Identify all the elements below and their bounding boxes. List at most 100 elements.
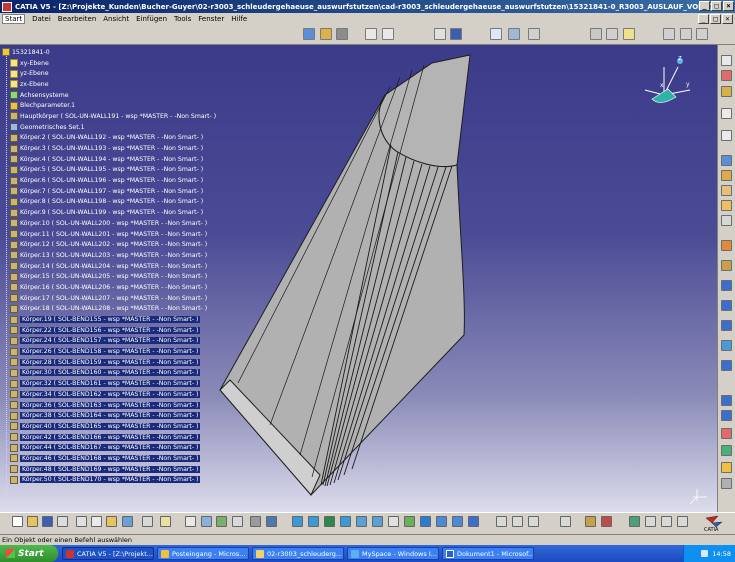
tree-item[interactable]: Körper.4 ( SOL-UN-WALL194 - wsp *MASTER … <box>2 154 232 165</box>
flange-edge-icon[interactable] <box>721 200 732 211</box>
sketcher-icon[interactable] <box>721 108 732 119</box>
sheet-metal-part[interactable] <box>219 54 471 496</box>
tree-item[interactable]: Hauptkörper ( SOL-UN-WALL191 - wsp *MAST… <box>2 111 232 122</box>
open-icon[interactable] <box>27 516 38 527</box>
circle-icon[interactable] <box>696 28 708 40</box>
tree-item[interactable]: Körper.22 ( SOL-BEND156 - wsp *MASTER - … <box>2 325 232 336</box>
new-icon[interactable] <box>12 516 23 527</box>
rotate-icon[interactable] <box>340 516 351 527</box>
tree-item[interactable]: Körper.17 ( SOL-UN-WALL207 - wsp *MASTER… <box>2 293 232 304</box>
tree-item[interactable]: Körper.19 ( SOL-BEND155 - wsp *MASTER - … <box>2 314 232 325</box>
fly-mode-icon[interactable] <box>292 516 303 527</box>
hide-show-icon[interactable] <box>452 516 463 527</box>
tree-item[interactable]: Körper.2 ( SOL-UN-WALL192 - wsp *MASTER … <box>2 133 232 144</box>
zoom-out-icon[interactable] <box>372 516 383 527</box>
menu-ansicht[interactable]: Ansicht <box>103 15 129 23</box>
render-icon[interactable] <box>721 410 732 421</box>
scan-icon[interactable] <box>560 516 571 527</box>
print-icon[interactable] <box>434 28 446 40</box>
cut-icon[interactable] <box>76 516 87 527</box>
tree-item[interactable]: Körper.36 ( SOL-BEND163 - wsp *MASTER - … <box>2 400 232 411</box>
tree-item[interactable]: Körper.38 ( SOL-BEND164 - wsp *MASTER - … <box>2 410 232 421</box>
swap-space-icon[interactable] <box>468 516 479 527</box>
hem-icon[interactable] <box>721 215 732 226</box>
tree-item[interactable]: Körper.12 ( SOL-UN-WALL202 - wsp *MASTER… <box>2 239 232 250</box>
tree-item-plane[interactable]: zx-Ebene <box>2 79 232 90</box>
minimize-button[interactable]: _ <box>699 1 710 11</box>
tree-item-plane[interactable]: xy-Ebene <box>2 58 232 69</box>
redo-icon[interactable] <box>142 516 153 527</box>
start-button[interactable]: Start <box>0 545 58 562</box>
knowledge-icon[interactable] <box>336 28 348 40</box>
3d-viewport[interactable]: z x y 15321841-0 xy-Ebene yz-Ebene zx-Eb… <box>0 45 717 512</box>
pattern-icon[interactable] <box>721 340 732 351</box>
shading-icon[interactable] <box>436 516 447 527</box>
maximize-button[interactable]: □ <box>711 1 722 11</box>
menu-fenster[interactable]: Fenster <box>198 15 224 23</box>
stamp-icon[interactable] <box>721 320 732 331</box>
select-icon[interactable] <box>721 55 732 66</box>
catia-app-icon[interactable] <box>2 1 12 12</box>
tree-item[interactable]: Körper.14 ( SOL-UN-WALL204 - wsp *MASTER… <box>2 261 232 272</box>
iso-view-icon[interactable] <box>420 516 431 527</box>
apply-material-icon[interactable] <box>721 478 732 489</box>
apply-material-tool-icon[interactable] <box>585 516 596 527</box>
tree-item[interactable]: Körper.18 ( SOL-UN-WALL208 - wsp *MASTER… <box>2 304 232 315</box>
measure-item-icon[interactable] <box>512 516 523 527</box>
tree-item[interactable]: Körper.34 ( SOL-BEND162 - wsp *MASTER - … <box>2 389 232 400</box>
save-icon[interactable] <box>450 28 462 40</box>
tree-item[interactable]: Körper.32 ( SOL-BEND161 - wsp *MASTER - … <box>2 378 232 389</box>
taskbar-item-catia[interactable]: CATIA V5 - [Z:\Projekt... <box>62 547 154 560</box>
cutout-icon[interactable] <box>721 240 732 251</box>
plane-icon[interactable] <box>623 28 635 40</box>
line-icon[interactable] <box>528 28 540 40</box>
bend-icon[interactable] <box>721 185 732 196</box>
tree-item[interactable]: Geometrisches Set.1 <box>2 122 232 133</box>
save-icon[interactable] <box>42 516 53 527</box>
comment-icon[interactable] <box>201 516 212 527</box>
swap-icon[interactable] <box>721 70 732 81</box>
close-button[interactable]: × <box>723 1 734 11</box>
help-icon[interactable] <box>160 516 171 527</box>
abc-icon[interactable] <box>490 28 502 40</box>
line-tool-icon[interactable] <box>661 516 672 527</box>
search-icon[interactable] <box>508 28 520 40</box>
sketch-icon[interactable] <box>303 28 315 40</box>
undo-icon[interactable] <box>122 516 133 527</box>
fit-all-icon[interactable] <box>308 516 319 527</box>
menu-bearbeiten[interactable]: Bearbeiten <box>58 15 96 23</box>
snap-icon[interactable] <box>382 28 394 40</box>
tree-item[interactable]: Körper.40 ( SOL-BEND165 - wsp *MASTER - … <box>2 421 232 432</box>
taskbar-item-outlook[interactable]: Posteingang - Micros... <box>157 547 249 560</box>
tree-item[interactable]: Körper.28 ( SOL-BEND159 - wsp *MASTER - … <box>2 357 232 368</box>
hole-icon[interactable] <box>721 260 732 271</box>
doc-restore-button[interactable]: □ <box>710 14 721 24</box>
color-icon[interactable] <box>721 462 732 473</box>
tree-item[interactable]: Körper.24 ( SOL-BEND157 - wsp *MASTER - … <box>2 336 232 347</box>
unfold-icon[interactable] <box>721 280 732 291</box>
flange-icon[interactable] <box>721 86 732 97</box>
tree-item[interactable]: Körper.7 ( SOL-UN-WALL197 - wsp *MASTER … <box>2 186 232 197</box>
tree-item[interactable]: Körper.5 ( SOL-UN-WALL195 - wsp *MASTER … <box>2 165 232 176</box>
spline-icon[interactable] <box>663 28 675 40</box>
menu-einfuegen[interactable]: Einfügen <box>136 15 167 23</box>
paste-icon[interactable] <box>106 516 117 527</box>
reorder-icon[interactable] <box>629 516 640 527</box>
tree-item[interactable]: Körper.10 ( SOL-UN-WALL200 - wsp *MASTER… <box>2 218 232 229</box>
taskbar-item-folder[interactable]: 02-r3003_schleuderg... <box>252 547 344 560</box>
wall-icon[interactable] <box>721 155 732 166</box>
corner-relief-icon[interactable] <box>721 300 732 311</box>
measure-between-icon[interactable] <box>496 516 507 527</box>
measure-inertia-icon[interactable] <box>528 516 539 527</box>
formula-icon[interactable] <box>185 516 196 527</box>
doc-close-button[interactable]: × <box>722 14 733 24</box>
tree-item[interactable]: Körper.13 ( SOL-UN-WALL203 - wsp *MASTER… <box>2 250 232 261</box>
multi-view-icon[interactable] <box>404 516 415 527</box>
taskbar-item-word[interactable]: Dokument1 - Microsof... <box>442 547 534 560</box>
grid-icon[interactable] <box>365 28 377 40</box>
tree-item[interactable]: Körper.46 ( SOL-BEND168 - wsp *MASTER - … <box>2 453 232 464</box>
plane-tool-icon[interactable] <box>677 516 688 527</box>
polyline-icon[interactable] <box>680 28 692 40</box>
tree-item[interactable]: Körper.3 ( SOL-UN-WALL193 - wsp *MASTER … <box>2 143 232 154</box>
material-icon[interactable] <box>721 428 732 439</box>
